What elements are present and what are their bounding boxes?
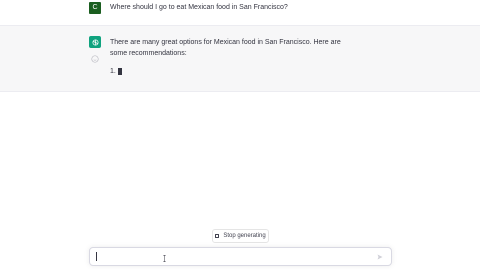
stop-generating-label: Stop generating xyxy=(223,233,266,239)
user-message-text: Where should I go to eat Mexican food in… xyxy=(110,4,288,11)
stop-icon xyxy=(215,234,220,238)
assistant-message-row: There are many great options for Mexican… xyxy=(0,26,480,92)
user-message-row: C Where should I go to eat Mexican food … xyxy=(0,0,480,26)
assistant-message-text: There are many great options for Mexican… xyxy=(110,39,341,57)
typing-cursor xyxy=(117,68,122,75)
chat-page: C Where should I go to eat Mexican food … xyxy=(0,0,480,270)
message-input[interactable] xyxy=(100,250,370,264)
text-caret xyxy=(96,252,97,261)
feedback-icon[interactable] xyxy=(91,55,99,63)
send-icon[interactable] xyxy=(377,254,383,260)
message-input-box[interactable] xyxy=(89,247,392,266)
assistant-streaming-line: 1. xyxy=(110,67,122,76)
openai-logo-icon xyxy=(92,39,98,45)
stop-generating-button[interactable]: Stop generating xyxy=(212,229,269,243)
streaming-text: 1. xyxy=(110,68,116,75)
assistant-avatar xyxy=(89,36,101,48)
user-avatar: C xyxy=(89,2,101,14)
ibeam-cursor-icon xyxy=(163,255,166,262)
